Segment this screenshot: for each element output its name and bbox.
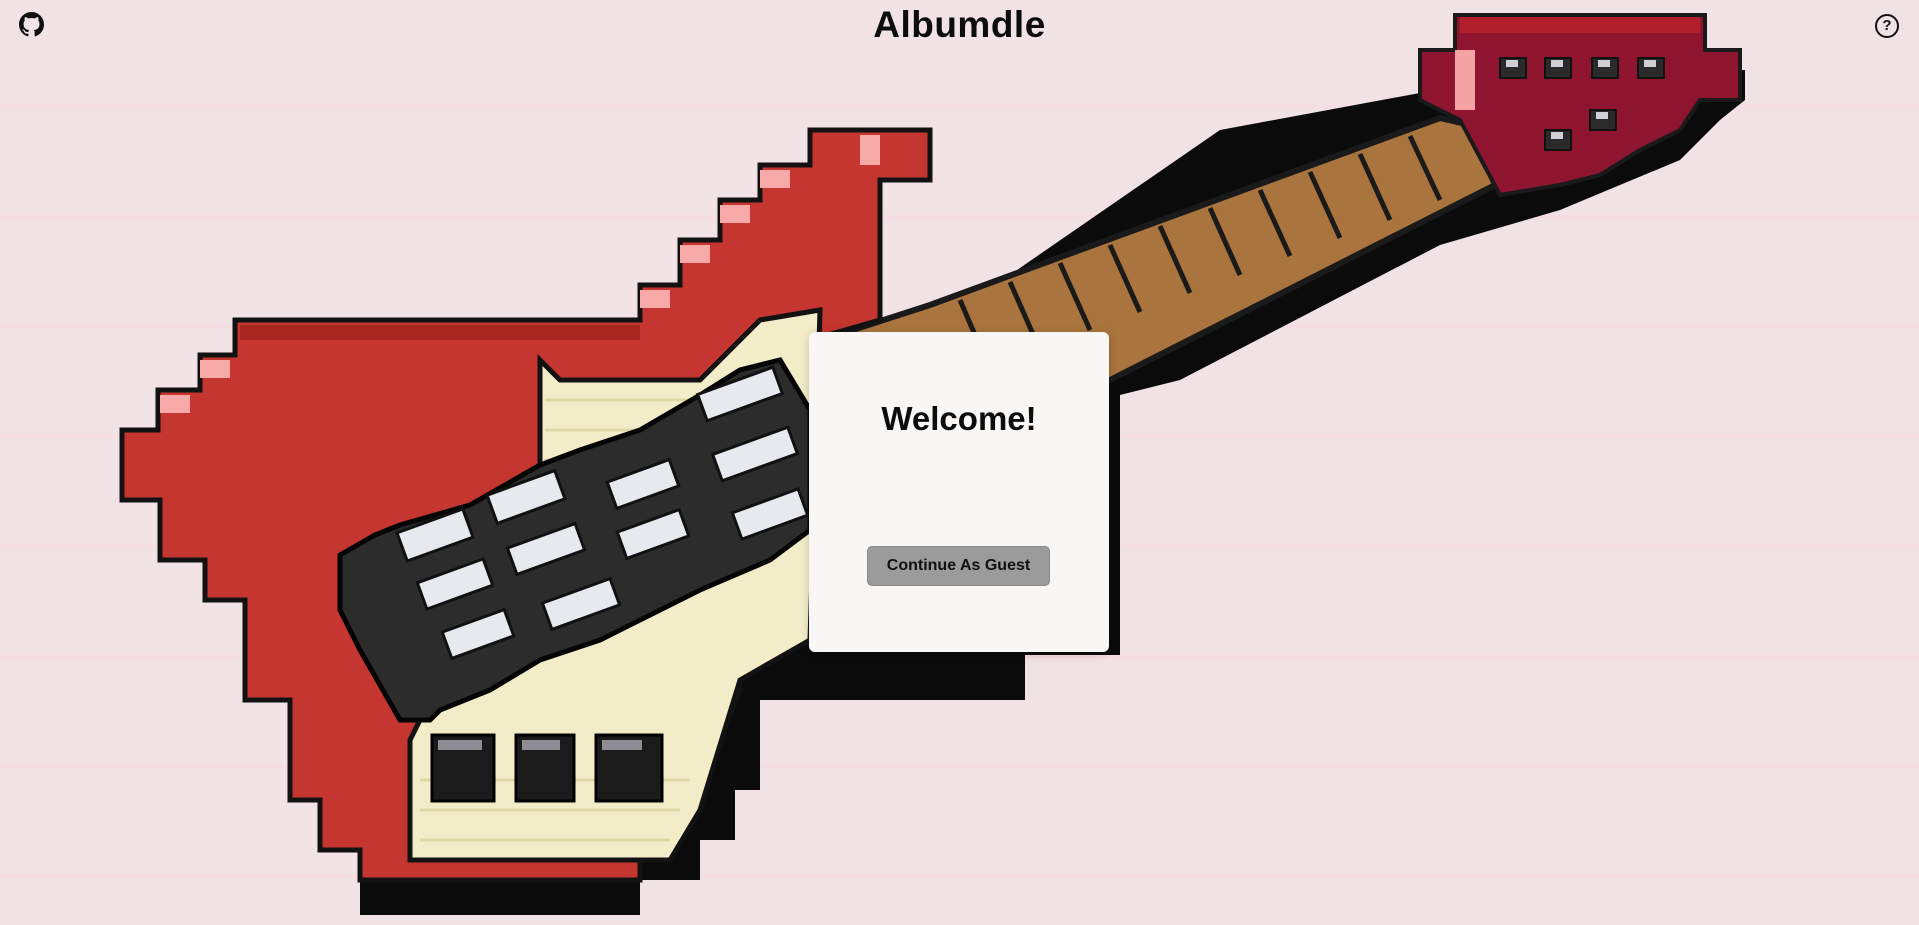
- page-title: Albumdle: [873, 4, 1046, 45]
- modal-title: Welcome!: [881, 400, 1037, 437]
- page: Albumdle ? Welcome! Continue As Guest: [0, 0, 1919, 925]
- help-button[interactable]: ?: [1875, 14, 1899, 38]
- continue-as-guest-button[interactable]: Continue As Guest: [867, 546, 1050, 586]
- welcome-modal: Welcome! Continue As Guest: [809, 332, 1109, 652]
